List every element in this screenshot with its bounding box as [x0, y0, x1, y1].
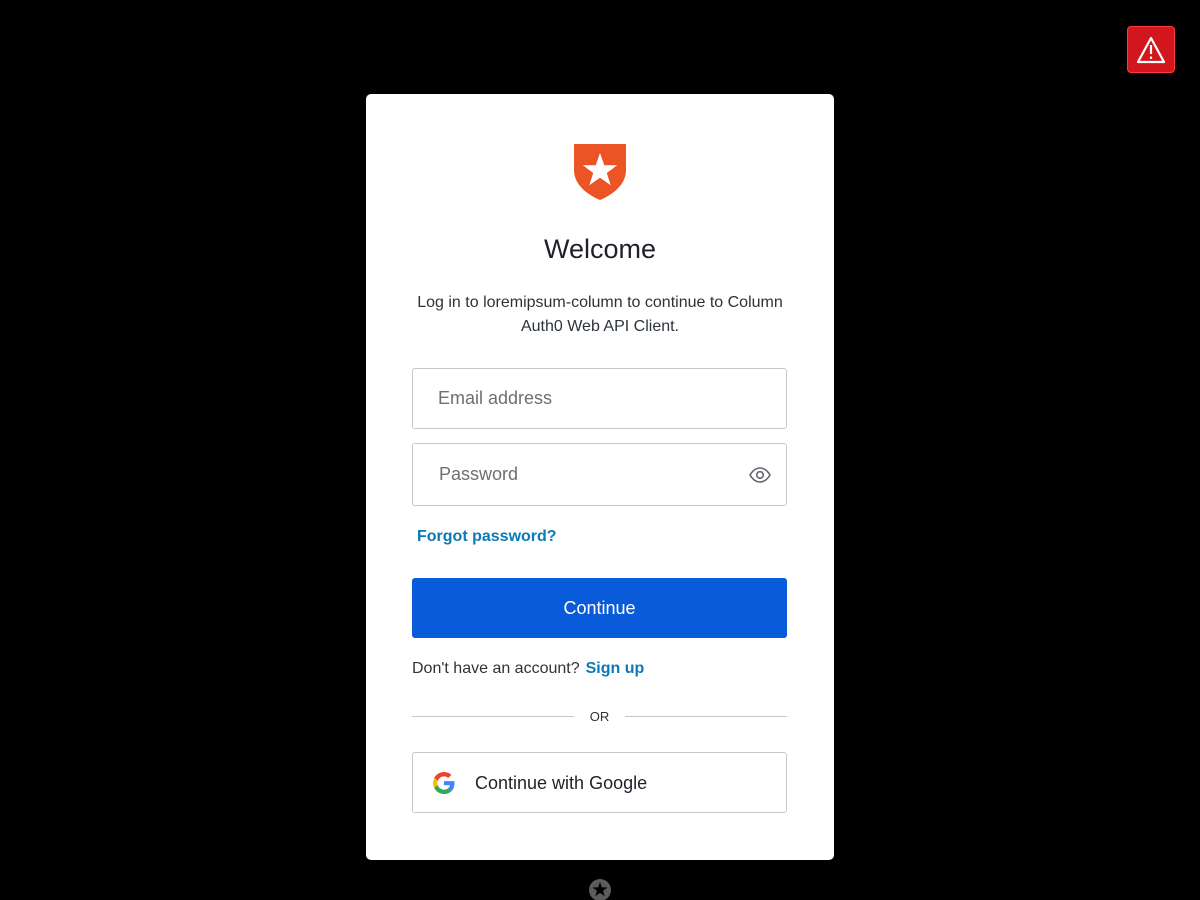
no-account-text: Don't have an account? — [412, 660, 580, 677]
password-input[interactable] — [439, 444, 729, 505]
forgot-password-link[interactable]: Forgot password? — [417, 528, 557, 546]
email-field[interactable] — [412, 368, 787, 429]
password-field[interactable] — [412, 443, 787, 506]
continue-button[interactable]: Continue — [412, 578, 787, 638]
email-input[interactable] — [438, 369, 758, 428]
auth0-badge-icon — [589, 879, 611, 900]
auth0-shield-star-icon — [574, 144, 626, 200]
login-subtitle: Log in to loremipsum-column to continue … — [417, 294, 783, 335]
page-title: Welcome — [543, 234, 657, 264]
or-divider: OR — [412, 709, 787, 725]
warning-triangle-icon — [1136, 36, 1166, 63]
show-password-button[interactable] — [748, 463, 772, 487]
eye-icon — [749, 467, 771, 483]
google-button-label: Continue with Google — [475, 773, 648, 793]
signup-row: Don't have an account? Sign up — [412, 660, 644, 678]
signup-link[interactable]: Sign up — [586, 660, 645, 677]
google-g-icon — [433, 772, 455, 794]
continue-with-google-button[interactable]: Continue with Google — [412, 752, 787, 813]
divider-line-right — [625, 716, 787, 717]
warning-button[interactable] — [1127, 26, 1175, 73]
login-card: Welcome Log in to loremipsum-column to c… — [366, 94, 834, 860]
login-screen: Welcome Log in to loremipsum-column to c… — [0, 0, 1200, 900]
